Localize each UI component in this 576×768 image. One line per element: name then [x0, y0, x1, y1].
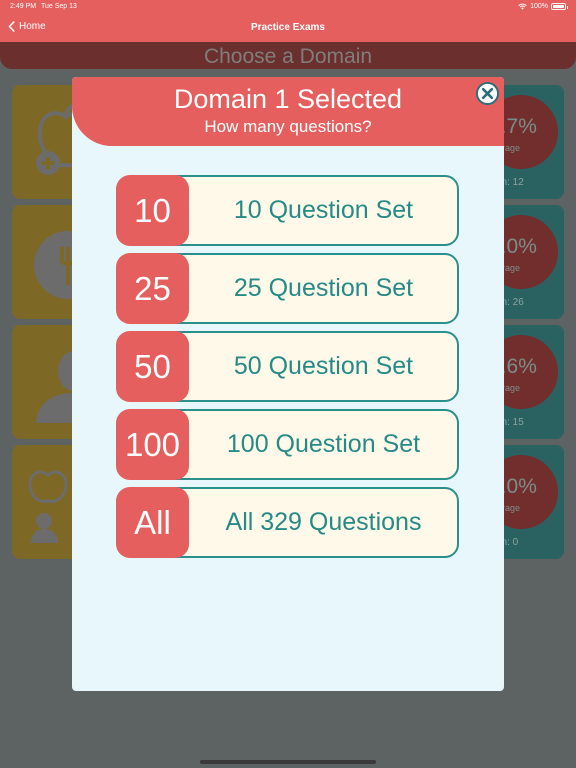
- wifi-icon: [518, 3, 527, 10]
- option-label: 100 Question Set: [226, 430, 421, 458]
- option-badge: 10: [116, 175, 189, 246]
- status-bar: 2:49 PM Tue Sep 13 100%: [0, 0, 576, 14]
- option-label: 25 Question Set: [233, 274, 414, 302]
- close-circle-icon[interactable]: [476, 82, 499, 105]
- option-badge: 50: [116, 331, 189, 402]
- option-label: 50 Question Set: [233, 352, 414, 380]
- background-header: Choose a Domain: [0, 42, 576, 69]
- option-100-questions[interactable]: 100 Question Set 100: [116, 409, 459, 480]
- background-title: Choose a Domain: [203, 45, 373, 68]
- nav-title: Practice Exams: [251, 22, 325, 33]
- option-badge: 25: [116, 253, 189, 324]
- option-50-questions[interactable]: 50 Question Set 50: [116, 331, 459, 402]
- battery-icon: [551, 3, 568, 10]
- option-10-questions[interactable]: 10 Question Set 10: [116, 175, 459, 246]
- status-time: 2:49 PM: [10, 3, 37, 10]
- modal-subtitle: How many questions?: [204, 117, 372, 136]
- status-date: Tue Sep 13: [41, 3, 77, 10]
- option-all-questions[interactable]: All 329 Questions All: [116, 487, 459, 558]
- option-badge: 100: [116, 409, 189, 480]
- option-badge: All: [116, 487, 189, 558]
- option-label: All 329 Questions: [225, 508, 422, 536]
- modal-title: Domain 1 Selected: [173, 84, 403, 114]
- home-indicator[interactable]: [200, 760, 376, 764]
- status-right: 100%: [518, 3, 568, 10]
- battery-percent: 100%: [530, 3, 548, 10]
- option-label: 10 Question Set: [233, 196, 414, 224]
- option-25-questions[interactable]: 25 Question Set 25: [116, 253, 459, 324]
- nav-bar: Home Practice Exams: [0, 14, 576, 42]
- modal-header: Domain 1 Selected How many questions?: [72, 77, 504, 146]
